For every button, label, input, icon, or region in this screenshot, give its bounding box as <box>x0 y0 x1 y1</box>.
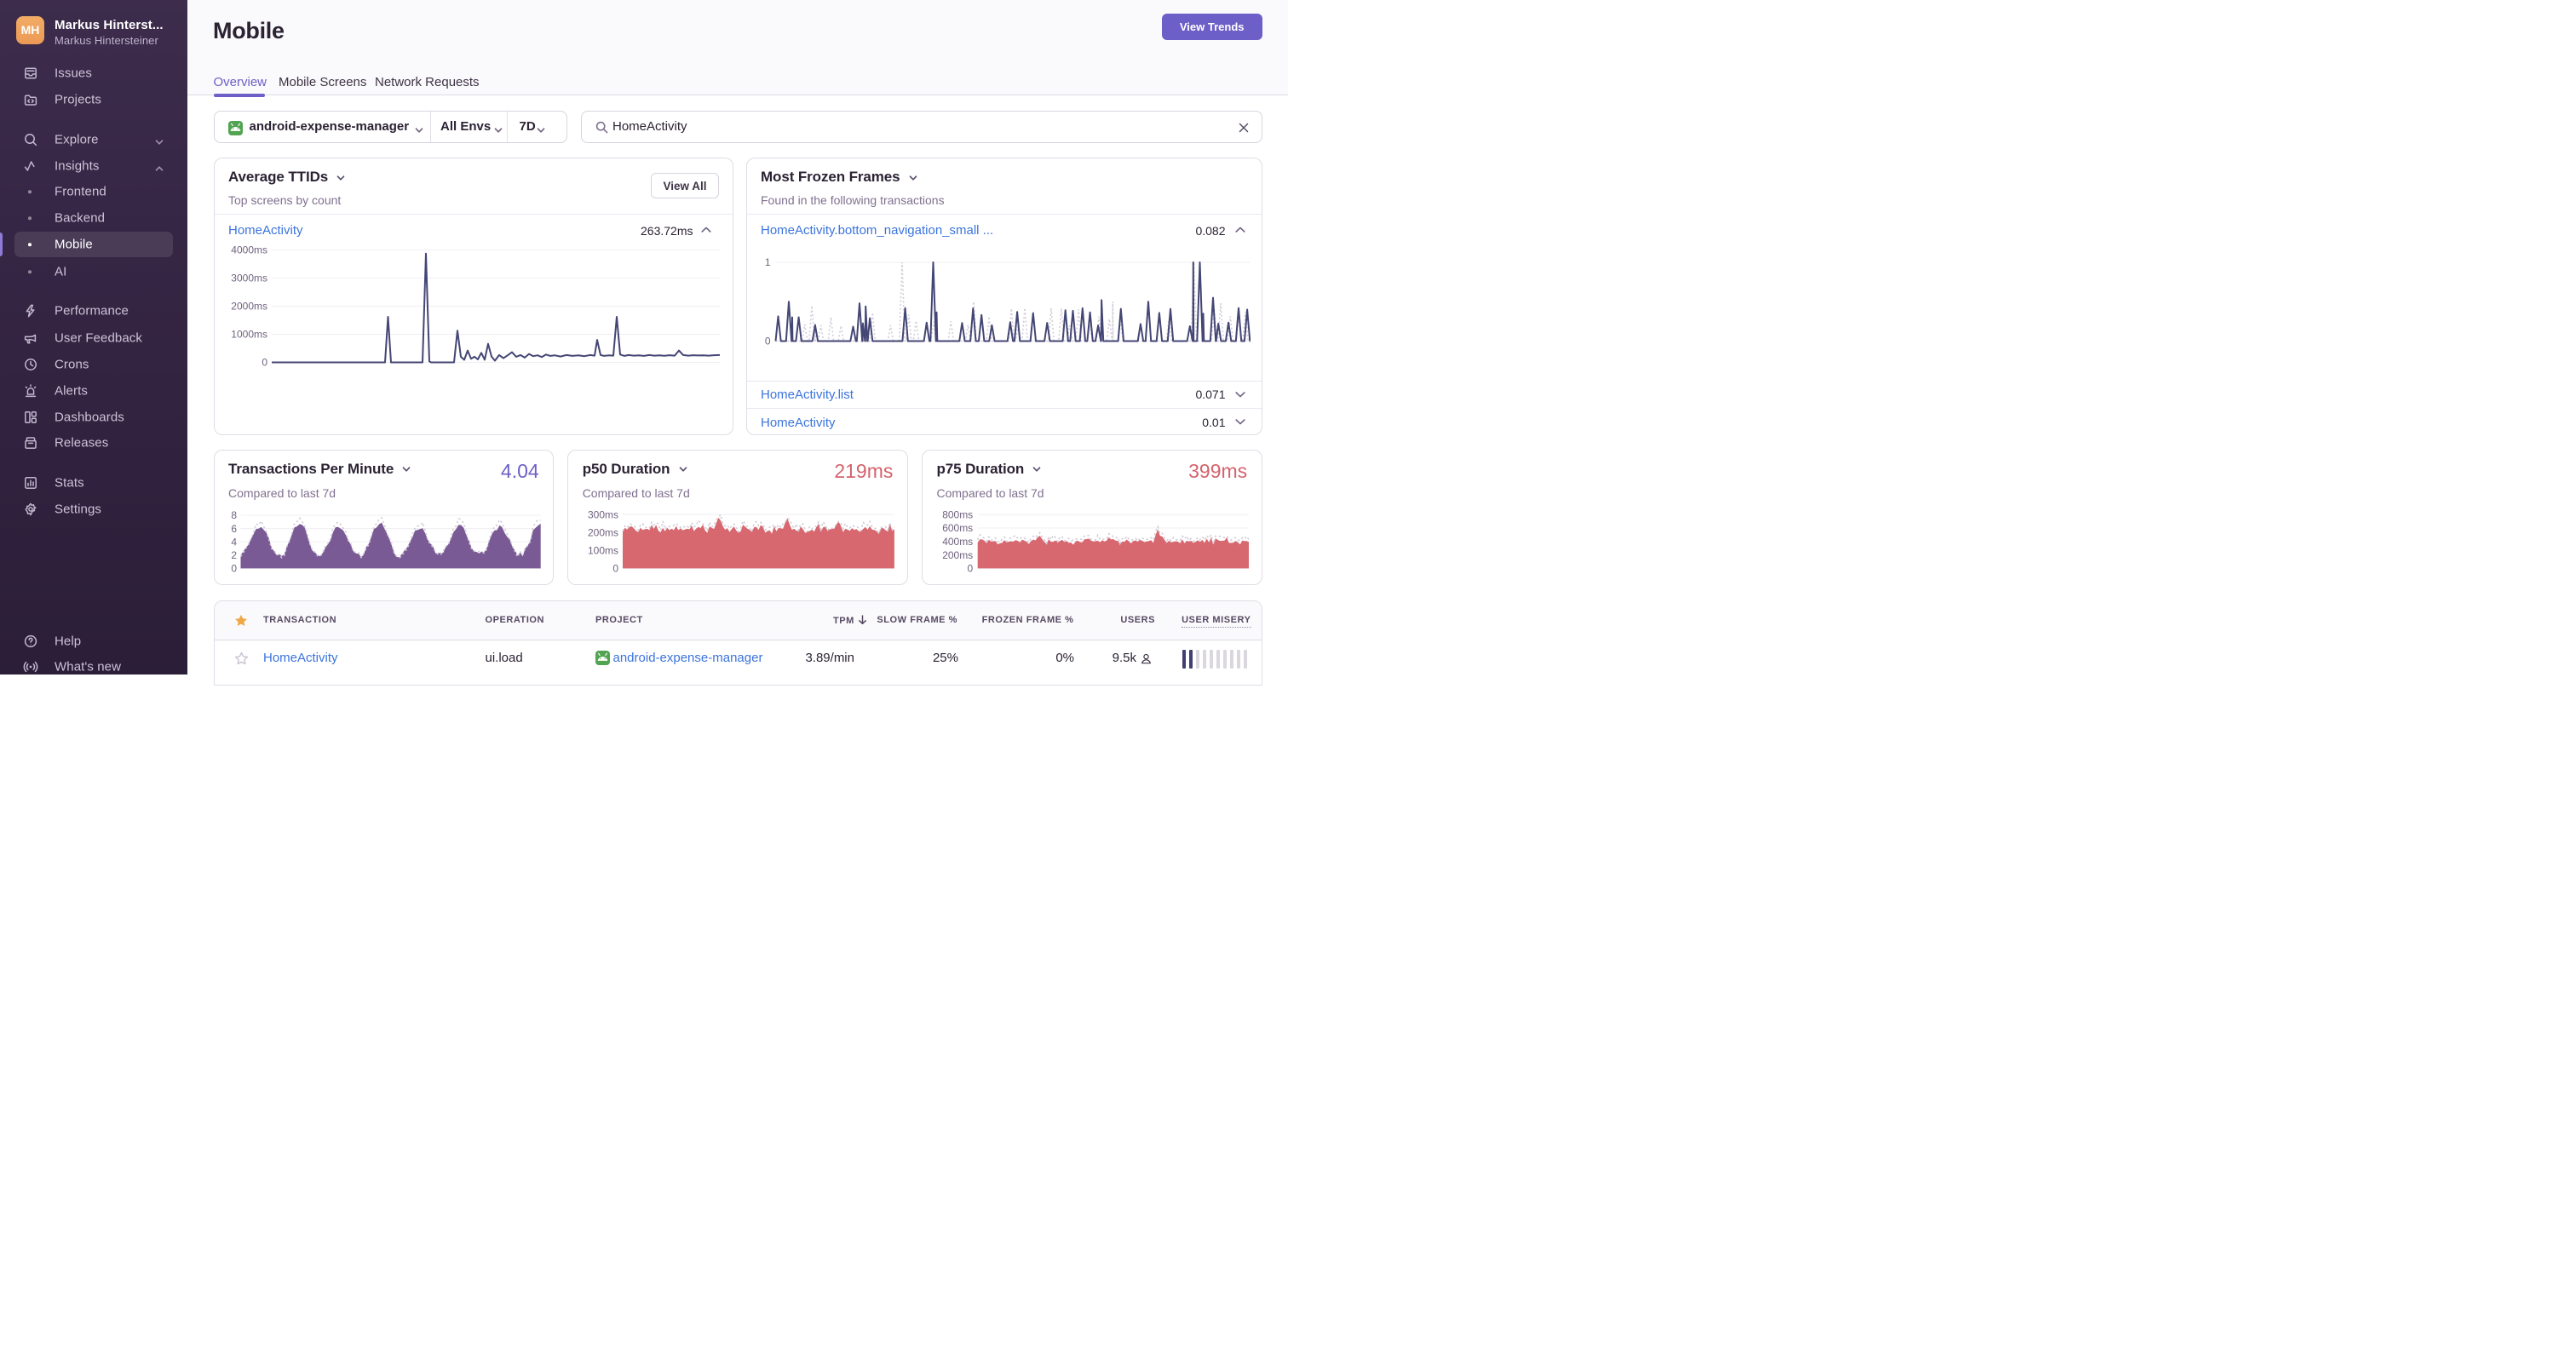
svg-text:2: 2 <box>231 549 237 561</box>
svg-text:1: 1 <box>765 256 771 268</box>
svg-text:600ms: 600ms <box>942 522 973 534</box>
svg-text:8: 8 <box>231 509 237 521</box>
svg-text:0: 0 <box>612 563 618 572</box>
svg-text:200ms: 200ms <box>942 549 973 561</box>
svg-text:4: 4 <box>231 536 237 548</box>
svg-text:3000ms: 3000ms <box>231 273 267 284</box>
svg-text:100ms: 100ms <box>588 544 618 556</box>
svg-text:200ms: 200ms <box>588 526 618 538</box>
svg-text:400ms: 400ms <box>942 536 973 548</box>
svg-text:800ms: 800ms <box>942 508 973 520</box>
svg-text:0: 0 <box>967 563 973 572</box>
svg-text:1000ms: 1000ms <box>231 329 267 341</box>
svg-text:300ms: 300ms <box>588 508 618 520</box>
svg-text:0: 0 <box>262 357 267 369</box>
svg-text:6: 6 <box>231 523 237 535</box>
svg-text:0: 0 <box>231 563 237 572</box>
svg-text:0: 0 <box>765 336 771 347</box>
svg-text:4000ms: 4000ms <box>231 244 267 256</box>
svg-text:2000ms: 2000ms <box>231 301 267 313</box>
